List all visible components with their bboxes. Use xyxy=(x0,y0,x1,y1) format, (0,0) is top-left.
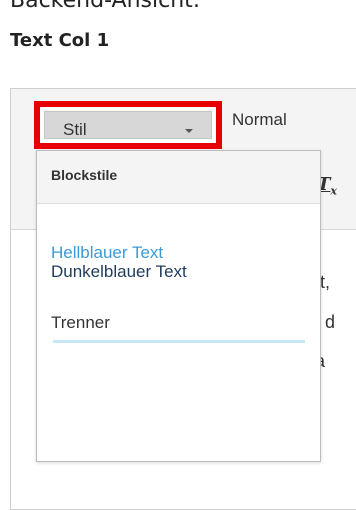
dropdown-group-label: Blockstile xyxy=(51,167,118,183)
style-item-hellblauer-text[interactable]: Hellblauer Text xyxy=(51,243,163,263)
style-combo-label: Stil xyxy=(63,120,87,139)
dropdown-group-header: Blockstile xyxy=(37,151,320,204)
style-item-dunkelblauer-text[interactable]: Dunkelblauer Text xyxy=(51,262,187,282)
separator-preview-line xyxy=(53,340,305,343)
style-dropdown-panel: Blockstile Hellblauer Text Dunkelblauer … xyxy=(36,150,321,462)
style-combo[interactable]: Stil xyxy=(44,111,212,139)
chevron-down-icon xyxy=(185,129,193,133)
format-combo[interactable]: Normal xyxy=(232,110,287,130)
style-item-trenner[interactable]: Trenner xyxy=(51,313,110,333)
page-caption: Backend-Ansicht: xyxy=(10,0,201,13)
style-combo-highlight[interactable]: Stil xyxy=(34,101,222,149)
field-title: Text Col 1 xyxy=(10,30,110,51)
